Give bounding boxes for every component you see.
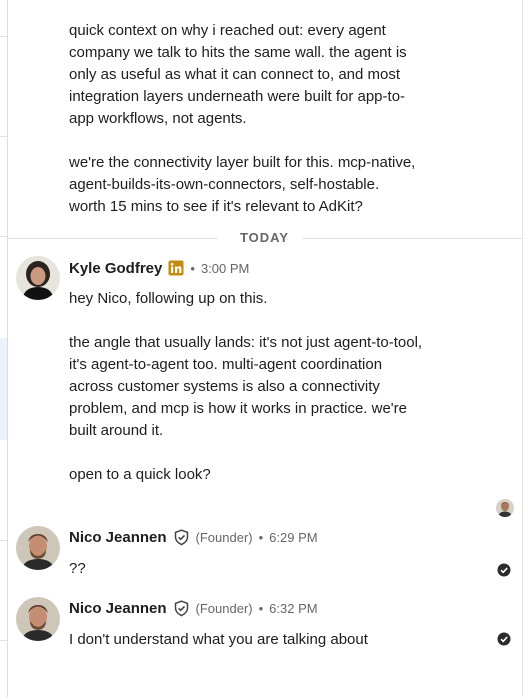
date-divider-label: TODAY [229,230,300,245]
earlier-message-paragraph: we're the connectivity layer built for t… [69,154,416,215]
sender-role: (Founder) [195,529,253,545]
sender-name[interactable]: Nico Jeannen [69,600,167,617]
read-receipt-avatar [496,499,514,517]
message-header: Nico Jeannen (Founder) • 6:32 PM [69,598,318,618]
message-paragraph: hey Nico, following up on this. [69,290,268,307]
sent-checkmark-icon [497,632,511,646]
verified-shield-icon [173,528,190,546]
message-text: I don't understand what you are talking … [69,631,368,648]
selected-conversation-highlight[interactable] [0,338,7,440]
date-divider: TODAY [7,230,522,246]
message-timestamp: 6:29 PM [269,529,318,545]
list-divider [0,540,7,541]
earlier-message-paragraph: quick context on why i reached out: ever… [69,22,407,127]
avatar-nico-jeannen[interactable] [16,526,60,570]
sender-role: (Founder) [195,600,253,616]
left-panel-edge [0,0,8,697]
meta-separator: • [258,529,264,545]
sender-name[interactable]: Kyle Godfrey [69,260,162,277]
message-paragraph: open to a quick look? [69,466,211,483]
scrollbar-track[interactable] [522,0,523,697]
sent-checkmark-icon [497,563,511,577]
meta-separator: • [258,600,264,616]
message-timestamp: 3:00 PM [200,260,250,276]
avatar-nico-jeannen[interactable] [16,597,60,641]
avatar-kyle-godfrey[interactable] [16,256,60,300]
message-paragraph: the angle that usually lands: it's not j… [69,334,423,439]
message-header: Kyle Godfrey • 3:00 PM [69,258,249,278]
list-divider [0,236,7,237]
list-divider [0,36,7,37]
list-divider [0,136,7,137]
list-divider [0,640,7,641]
message-timestamp: 6:32 PM [269,600,318,616]
verified-shield-icon [173,599,190,617]
sender-name[interactable]: Nico Jeannen [69,529,167,546]
message-text: ?? [69,560,86,577]
message-header: Nico Jeannen (Founder) • 6:29 PM [69,527,318,547]
linkedin-icon[interactable] [168,260,184,276]
meta-separator: • [190,260,195,276]
